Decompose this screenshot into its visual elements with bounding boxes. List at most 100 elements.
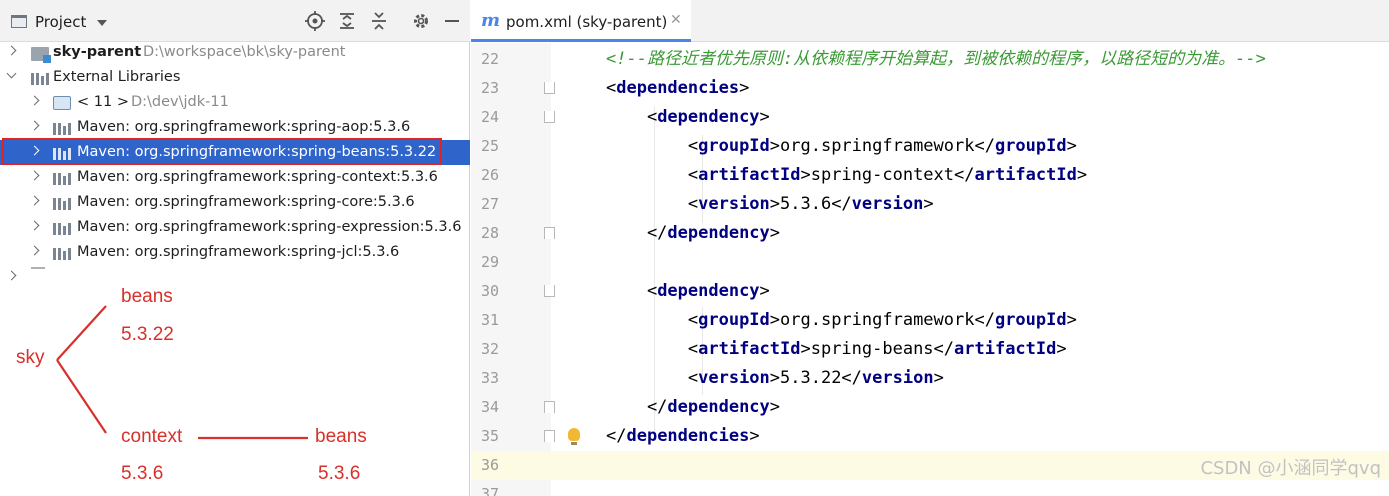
code-line[interactable]: 34 </dependency> [471,393,1389,422]
tree-item-label: Maven: org.springframework:spring-expres… [77,219,462,235]
chevron-down-icon[interactable] [6,68,17,79]
maven-library-icon [53,247,71,260]
tree-item-label: Maven: org.springframework:spring-contex… [77,169,438,185]
collapse-all-icon[interactable] [368,11,390,33]
close-icon[interactable]: ✕ [670,12,682,28]
chevron-right-icon[interactable] [29,95,40,106]
code-line[interactable]: 30 <dependency> [471,277,1389,306]
line-number: 30 [480,282,499,300]
line-number: 27 [480,195,499,213]
tree-item-label: sky-parent [53,44,142,60]
code-line[interactable]: 33 <version>5.3.22</version> [471,364,1389,393]
annotation-lower-version: 5.3.6 [121,463,164,484]
line-number: 24 [480,108,499,126]
fold-marker-icon[interactable] [544,111,555,123]
line-number: 23 [480,79,499,97]
code-text: <artifactId>spring-beans</artifactId> [606,339,1067,359]
gear-icon[interactable] [410,11,432,33]
tree-item-label: Maven: org.springframework:spring-jcl:5.… [77,244,400,260]
tree-item-spring-expression[interactable]: Maven: org.springframework:spring-expres… [0,215,470,240]
annotation-lower-child-name: beans [315,426,367,447]
tab-pom-xml[interactable]: m pom.xml (sky-parent) ✕ [471,0,691,42]
editor-tab-bar: m pom.xml (sky-parent) ✕ [471,0,1389,42]
fold-marker-icon[interactable] [544,430,555,442]
module-icon [31,47,51,63]
tree-item-spring-jcl[interactable]: Maven: org.springframework:spring-jcl:5.… [0,240,470,265]
code-line[interactable]: 22 <!--路径近者优先原则:从依赖程序开始算起，到被依赖的程序，以路径短的为准… [471,45,1389,74]
code-line[interactable]: 24 <dependency> [471,103,1389,132]
tree-item-spring-aop[interactable]: Maven: org.springframework:spring-aop:5.… [0,115,470,140]
tree-item-spring-context[interactable]: Maven: org.springframework:spring-contex… [0,165,470,190]
maven-library-icon [53,197,71,210]
expand-all-icon[interactable] [336,11,358,33]
chevron-right-icon[interactable] [29,120,40,131]
line-number: 31 [480,311,499,329]
chevron-right-icon[interactable] [6,270,17,281]
maven-file-icon: m [481,10,501,31]
code-line[interactable]: 28 </dependency> [471,219,1389,248]
fold-marker-icon[interactable] [544,227,555,239]
highlight-annotation-box [2,138,442,165]
tree-item-label: Maven: org.springframework:spring-aop:5.… [77,119,411,135]
fold-marker-icon[interactable] [544,401,555,413]
annotation-lines [56,305,308,440]
code-line[interactable]: 35 </dependencies> [471,422,1389,451]
code-text: <version>5.3.6</version> [606,194,934,214]
code-text: <dependency> [606,107,770,127]
code-line[interactable]: 32 <artifactId>spring-beans</artifactId> [471,335,1389,364]
project-panel-header: Project [0,0,470,42]
line-number: 28 [480,224,499,242]
line-number: 35 [480,427,499,445]
maven-library-icon [53,122,71,135]
line-number: 37 [480,485,499,496]
tree-item-label: Maven: org.springframework:spring-core:5… [77,194,415,210]
hide-panel-icon[interactable] [441,11,463,33]
code-text: <dependency> [606,281,770,301]
tab-label: pom.xml (sky-parent) [506,13,668,31]
project-panel-title[interactable]: Project [35,13,86,31]
code-line[interactable]: 37 [471,480,1389,496]
chevron-right-icon[interactable] [29,245,40,256]
chevron-right-icon[interactable] [6,45,17,56]
code-line[interactable]: 25 <groupId>org.springframework</groupId… [471,132,1389,161]
code-text: <groupId>org.springframework</groupId> [606,136,1077,156]
lightbulb-icon[interactable] [568,428,580,445]
project-folder-icon [11,15,27,28]
maven-library-icon [53,222,71,235]
annotation-upper-name: beans [121,286,173,307]
code-line[interactable]: 23 <dependencies> [471,74,1389,103]
fold-marker-icon[interactable] [544,285,555,297]
line-number: 32 [480,340,499,358]
code-text: <version>5.3.22</version> [606,368,944,388]
chevron-down-icon[interactable] [97,20,107,26]
fold-marker-icon[interactable] [544,82,555,94]
jdk-folder-icon [53,96,71,110]
code-text: <artifactId>spring-context</artifactId> [606,165,1088,185]
chevron-right-icon[interactable] [29,170,40,181]
line-number: 22 [480,50,499,68]
line-number: 25 [480,137,499,155]
code-text: <groupId>org.springframework</groupId> [606,310,1077,330]
watermark: CSDN @小涵同学qvq [1200,458,1381,479]
line-number: 34 [480,398,499,416]
code-line[interactable]: 31 <groupId>org.springframework</groupId… [471,306,1389,335]
code-line[interactable]: 27 <version>5.3.6</version> [471,190,1389,219]
annotation-lower-child-version: 5.3.6 [318,463,361,484]
code-line[interactable]: 26 <artifactId>spring-context</artifactI… [471,161,1389,190]
scratches-icon [31,267,45,269]
tree-item-external-libraries[interactable]: External Libraries [0,65,470,90]
locate-icon[interactable] [304,11,326,33]
project-panel: Project sky-parent D:\workspace\bk\sky-p… [0,0,470,496]
chevron-right-icon[interactable] [29,195,40,206]
tree-item-path: D:\workspace\bk\sky-parent [143,44,346,60]
tree-item-jdk[interactable]: < 11 > D:\dev\jdk-11 [0,90,470,115]
tree-item-spring-core[interactable]: Maven: org.springframework:spring-core:5… [0,190,470,215]
tree-item-label: < 11 > [77,94,129,110]
tree-item-sky-parent[interactable]: sky-parent D:\workspace\bk\sky-parent [0,40,470,65]
code-editor: m pom.xml (sky-parent) ✕ 22 <!--路径近者优先原则:… [471,0,1389,496]
code-text: </dependency> [606,223,781,243]
annotation-root: sky [16,347,45,368]
chevron-right-icon[interactable] [29,220,40,231]
code-text: </dependencies> [606,426,760,446]
code-line[interactable]: 29 [471,248,1389,277]
